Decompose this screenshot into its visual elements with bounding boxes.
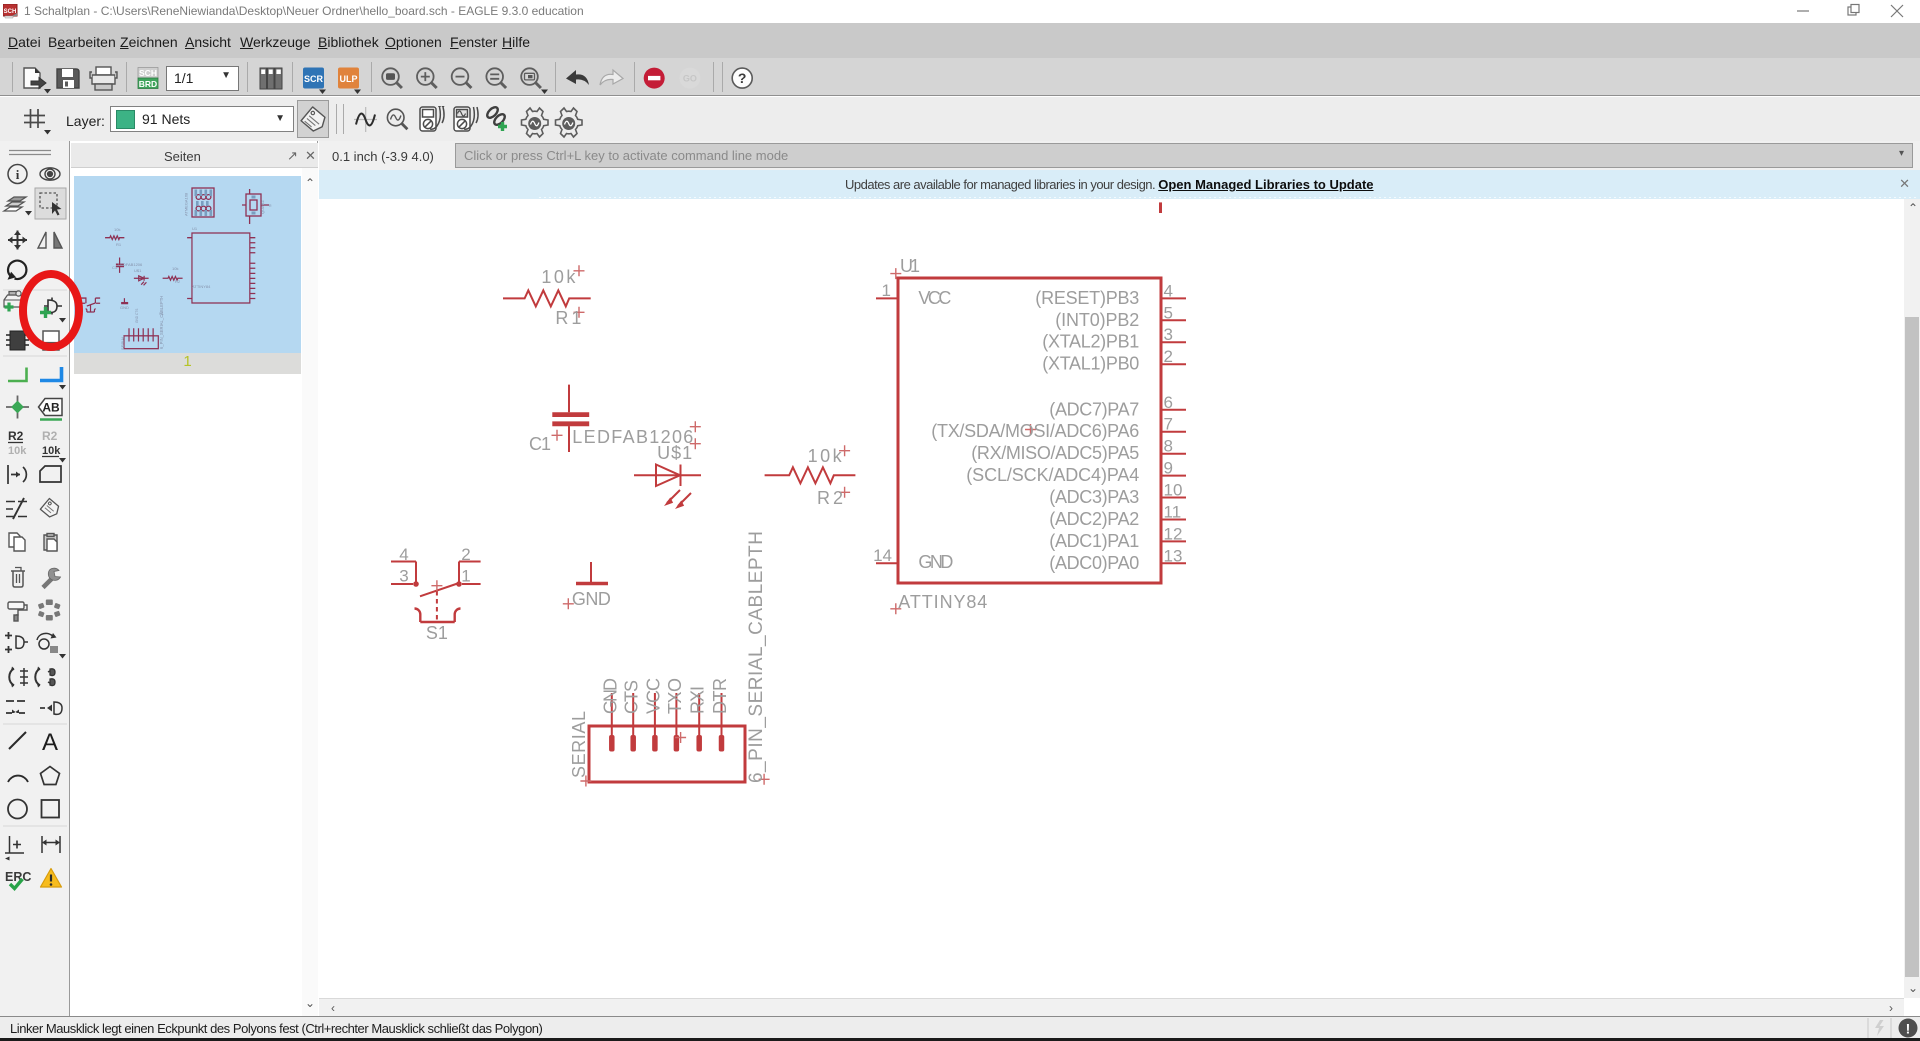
svg-text:(XTAL2)PB1: (XTAL2)PB1 xyxy=(1042,332,1139,352)
svg-text:(ADC2)PA2: (ADC2)PA2 xyxy=(1049,509,1139,529)
svg-text:10: 10 xyxy=(1164,481,1183,500)
svg-text:6: 6 xyxy=(1164,393,1173,412)
svg-text:14: 14 xyxy=(873,546,892,565)
svg-text:VCC: VCC xyxy=(918,288,951,308)
svg-text:10k: 10k xyxy=(172,266,178,271)
svg-text:(RX/MISO/ADC5)PA5: (RX/MISO/ADC5)PA5 xyxy=(971,443,1139,463)
svg-text:S1: S1 xyxy=(426,623,448,643)
svg-text:R1: R1 xyxy=(555,308,581,328)
svg-text:GND: GND xyxy=(572,589,611,609)
svg-text:U$1: U$1 xyxy=(657,443,692,463)
svg-text:6_PIN_SERIAL_CABLEPTH: 6_PIN_SERIAL_CABLEPTH xyxy=(159,296,164,349)
svg-text:4: 4 xyxy=(1164,281,1173,300)
svg-text:R2: R2 xyxy=(175,279,181,284)
svg-text:9: 9 xyxy=(1164,459,1173,478)
svg-text:8: 8 xyxy=(1164,437,1173,456)
svg-text:SCR: SCR xyxy=(304,74,324,84)
svg-text:C1: C1 xyxy=(529,434,551,454)
svg-text:(SCL/SCK/ADC4)PA4: (SCL/SCK/ADC4)PA4 xyxy=(966,465,1139,485)
svg-text:TXO: TXO xyxy=(665,678,685,714)
svg-text:SCH: SCH xyxy=(139,68,157,78)
svg-text:12: 12 xyxy=(1164,524,1183,543)
svg-text:RXI: RXI xyxy=(688,686,708,714)
svg-text:AB: AB xyxy=(42,401,60,415)
svg-text:U1: U1 xyxy=(900,256,920,276)
svg-text:2: 2 xyxy=(1164,347,1173,366)
svg-text:R2: R2 xyxy=(42,429,58,443)
svg-text:C1: C1 xyxy=(112,265,118,270)
svg-text:ATMEGA168: ATMEGA168 xyxy=(184,192,189,216)
svg-text:VCC: VCC xyxy=(643,678,663,714)
svg-text:!: ! xyxy=(1906,1021,1911,1037)
svg-text:(XTAL1)PB0: (XTAL1)PB0 xyxy=(1042,354,1139,374)
svg-text:3: 3 xyxy=(1164,325,1173,344)
svg-text:CTS: CTS xyxy=(622,680,642,714)
svg-text:LEDFAB1206: LEDFAB1206 xyxy=(118,262,143,267)
svg-text:GND: GND xyxy=(120,305,129,310)
svg-text:U1: U1 xyxy=(192,226,198,231)
svg-text:A: A xyxy=(42,729,58,756)
svg-text:GND: GND xyxy=(600,678,620,714)
svg-text:(TX/SDA/MOSI/ADC6)PA6: (TX/SDA/MOSI/ADC6)PA6 xyxy=(931,421,1139,441)
svg-text:ULP: ULP xyxy=(340,74,358,84)
svg-text:DTR: DTR xyxy=(710,678,730,714)
svg-text:(ADC1)PA1: (ADC1)PA1 xyxy=(1049,531,1139,551)
svg-text:QUARZ: QUARZ xyxy=(260,199,265,214)
svg-text:R: R xyxy=(269,204,272,208)
svg-text:3: 3 xyxy=(399,567,408,586)
svg-text:BRD: BRD xyxy=(139,79,157,89)
svg-text:SERIAL: SERIAL xyxy=(569,711,589,778)
svg-text:ATTINY84: ATTINY84 xyxy=(192,284,211,289)
svg-text:?: ? xyxy=(738,70,747,86)
svg-text:5: 5 xyxy=(1164,303,1173,322)
svg-text:R2: R2 xyxy=(817,488,843,508)
svg-text:10k: 10k xyxy=(8,445,27,457)
svg-text:ATTINY84: ATTINY84 xyxy=(898,592,987,612)
svg-text:(ADC7)PA7: (ADC7)PA7 xyxy=(1049,399,1139,419)
svg-text:(INT0)PB2: (INT0)PB2 xyxy=(1055,310,1139,330)
svg-text:4: 4 xyxy=(399,545,408,564)
svg-text:R1: R1 xyxy=(116,242,122,247)
svg-text:(ADC3)PA3: (ADC3)PA3 xyxy=(1049,487,1139,507)
svg-text:10k: 10k xyxy=(114,227,120,232)
svg-text:11: 11 xyxy=(1164,503,1182,522)
svg-text:10k: 10k xyxy=(808,446,843,466)
svg-text:10k: 10k xyxy=(42,445,61,457)
svg-text:SERIAL: SERIAL xyxy=(120,335,125,350)
svg-text:(ADC0)PA0: (ADC0)PA0 xyxy=(1049,553,1139,573)
svg-text:1: 1 xyxy=(461,567,470,586)
svg-text:2: 2 xyxy=(461,545,470,564)
svg-text:GND: GND xyxy=(918,552,953,572)
svg-text:SCH: SCH xyxy=(4,9,17,15)
svg-text:(RESET)PB3: (RESET)PB3 xyxy=(1035,288,1139,308)
svg-text:1: 1 xyxy=(882,281,891,300)
svg-text:i: i xyxy=(16,167,20,182)
svg-text:6_PIN_SERIAL_CABLEPTH: 6_PIN_SERIAL_CABLEPTH xyxy=(746,531,767,783)
svg-text:13: 13 xyxy=(1164,546,1183,565)
svg-text:U$1: U$1 xyxy=(134,268,142,273)
svg-text:7: 7 xyxy=(1164,415,1173,434)
svg-text:10k: 10k xyxy=(541,267,576,287)
svg-text:GO: GO xyxy=(683,74,697,84)
svg-text:R2: R2 xyxy=(8,429,24,443)
svg-text:GND CTS: GND CTS xyxy=(135,309,139,323)
